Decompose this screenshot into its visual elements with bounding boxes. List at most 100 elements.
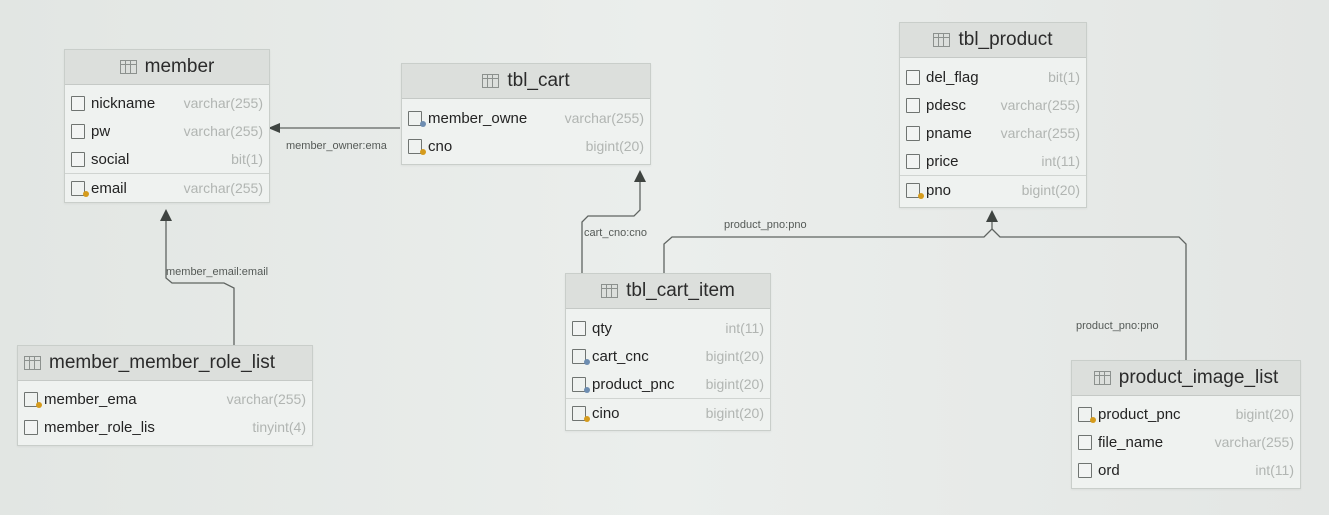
column-type: varchar(255) bbox=[1214, 434, 1294, 450]
table-header[interactable]: tbl_product bbox=[900, 23, 1086, 58]
column-name: social bbox=[91, 150, 130, 168]
column-name: ord bbox=[1098, 461, 1120, 479]
column-row[interactable]: nickname varchar(255) bbox=[65, 89, 269, 117]
arrowhead-member-email bbox=[160, 209, 172, 221]
table-icon bbox=[24, 356, 41, 370]
relation-label-item-cart: cart_cno:cno bbox=[584, 227, 647, 239]
primary-key-icon bbox=[1078, 406, 1096, 423]
table-icon bbox=[933, 33, 951, 47]
column-row[interactable]: product_pnc bigint(20) bbox=[1072, 400, 1300, 428]
column-row[interactable]: del_flag bit(1) bbox=[900, 63, 1086, 91]
column-row[interactable]: price int(11) bbox=[900, 147, 1086, 175]
column-name: member_role_lis bbox=[44, 418, 155, 436]
connector-role-member[interactable] bbox=[165, 218, 235, 345]
table-title: member bbox=[144, 56, 215, 77]
table-title: tbl_cart_item bbox=[626, 280, 735, 301]
column-row[interactable]: pw varchar(255) bbox=[65, 117, 269, 145]
diagram-canvas: member_owner:ema member_email:email cart… bbox=[0, 0, 1329, 515]
column-row[interactable]: member_role_lis tinyint(4) bbox=[18, 413, 312, 441]
table-header[interactable]: product_image_list bbox=[1072, 361, 1300, 396]
table-tbl-product[interactable]: tbl_product del_flag bit(1) pdesc varcha… bbox=[899, 22, 1087, 208]
table-tbl-cart-item[interactable]: tbl_cart_item qty int(11) cart_cnc bigin… bbox=[565, 273, 771, 431]
table-product-image-list[interactable]: product_image_list product_pnc bigint(20… bbox=[1071, 360, 1301, 489]
table-title: product_image_list bbox=[1118, 367, 1279, 388]
column-type: varchar(255) bbox=[183, 95, 263, 111]
primary-key-icon bbox=[572, 405, 590, 422]
column-row[interactable]: cno bigint(20) bbox=[402, 132, 650, 160]
table-icon bbox=[482, 74, 500, 88]
column-row[interactable]: file_name varchar(255) bbox=[1072, 428, 1300, 456]
column-icon bbox=[1078, 462, 1092, 478]
relation-label-cart-member: member_owner:ema bbox=[286, 140, 387, 152]
column-type: bit(1) bbox=[231, 151, 263, 167]
column-row[interactable]: ord int(11) bbox=[1072, 456, 1300, 484]
column-icon bbox=[24, 419, 38, 435]
column-name: file_name bbox=[1098, 433, 1164, 451]
table-header[interactable]: tbl_cart_item bbox=[566, 274, 770, 309]
table-title: tbl_product bbox=[958, 29, 1053, 50]
column-name: pname bbox=[926, 124, 972, 142]
column-type: tinyint(4) bbox=[252, 419, 306, 435]
column-type: int(11) bbox=[725, 320, 764, 336]
relation-label-role-member: member_email:email bbox=[166, 266, 269, 278]
arrowhead-product bbox=[986, 210, 998, 222]
column-type: varchar(255) bbox=[564, 110, 644, 126]
column-name: del_flag bbox=[926, 68, 979, 86]
foreign-key-icon bbox=[408, 110, 426, 127]
column-type: bigint(20) bbox=[705, 376, 764, 392]
table-member[interactable]: member nickname varchar(255) pw varchar(… bbox=[64, 49, 270, 203]
primary-key-icon bbox=[408, 138, 426, 155]
column-name: price bbox=[926, 152, 959, 170]
column-name: pdesc bbox=[926, 96, 967, 114]
column-type: varchar(255) bbox=[1000, 97, 1080, 113]
table-header[interactable]: tbl_cart bbox=[402, 64, 650, 99]
table-header[interactable]: member_member_role_list bbox=[18, 346, 312, 381]
column-type: bigint(20) bbox=[705, 348, 764, 364]
column-row[interactable]: email varchar(255) bbox=[65, 173, 269, 202]
column-row[interactable]: cino bigint(20) bbox=[566, 398, 770, 427]
column-icon bbox=[71, 123, 85, 139]
column-type: bigint(20) bbox=[585, 138, 644, 154]
primary-key-icon bbox=[24, 391, 42, 408]
table-member-member-role-list[interactable]: member_member_role_list member_ema varch… bbox=[17, 345, 313, 446]
column-name: member_ema bbox=[44, 390, 137, 408]
relation-label-image-product: product_pno:pno bbox=[1076, 320, 1159, 332]
column-name: qty bbox=[592, 319, 613, 337]
column-row[interactable]: product_pnc bigint(20) bbox=[566, 370, 770, 398]
column-row[interactable]: pdesc varchar(255) bbox=[900, 91, 1086, 119]
column-name: email bbox=[91, 179, 127, 197]
column-type: varchar(255) bbox=[226, 391, 306, 407]
column-row[interactable]: pno bigint(20) bbox=[900, 175, 1086, 204]
column-name: pno bbox=[926, 181, 952, 199]
table-title: member_member_role_list bbox=[49, 352, 275, 373]
column-type: varchar(255) bbox=[183, 123, 263, 139]
primary-key-icon bbox=[71, 180, 89, 197]
column-row[interactable]: qty int(11) bbox=[566, 314, 770, 342]
column-row[interactable]: member_ema varchar(255) bbox=[18, 385, 312, 413]
column-icon bbox=[906, 125, 920, 141]
column-type: int(11) bbox=[1255, 462, 1294, 478]
column-name: product_pnc bbox=[592, 375, 675, 393]
foreign-key-icon bbox=[572, 348, 590, 365]
column-row[interactable]: social bit(1) bbox=[65, 145, 269, 173]
column-icon bbox=[71, 151, 85, 167]
column-row[interactable]: pname varchar(255) bbox=[900, 119, 1086, 147]
connector-image-product[interactable] bbox=[991, 228, 1187, 360]
column-row[interactable]: cart_cnc bigint(20) bbox=[566, 342, 770, 370]
relation-label-item-product: product_pno:pno bbox=[724, 219, 807, 231]
column-type: bigint(20) bbox=[1235, 406, 1294, 422]
column-name: cart_cnc bbox=[592, 347, 649, 365]
column-type: varchar(255) bbox=[183, 180, 263, 196]
column-icon bbox=[1078, 434, 1092, 450]
column-type: int(11) bbox=[1041, 153, 1080, 169]
table-header[interactable]: member bbox=[65, 50, 269, 85]
table-tbl-cart[interactable]: tbl_cart member_owne varchar(255) cno bi… bbox=[401, 63, 651, 165]
arrowhead-cart bbox=[634, 170, 646, 182]
column-row[interactable]: member_owne varchar(255) bbox=[402, 104, 650, 132]
column-type: varchar(255) bbox=[1000, 125, 1080, 141]
column-name: member_owne bbox=[428, 109, 528, 127]
connector-item-product[interactable] bbox=[663, 218, 993, 273]
column-name: product_pnc bbox=[1098, 405, 1181, 423]
column-icon bbox=[906, 97, 920, 113]
column-name: pw bbox=[91, 122, 111, 140]
